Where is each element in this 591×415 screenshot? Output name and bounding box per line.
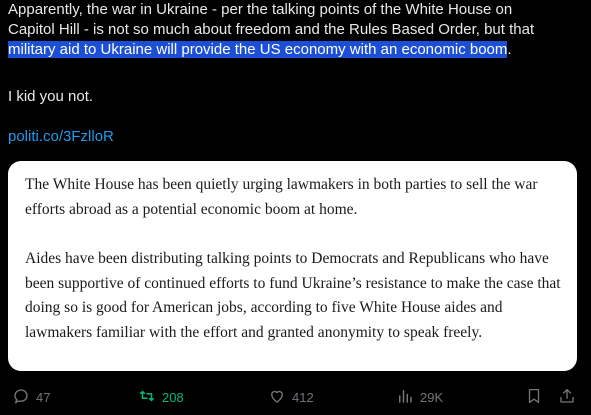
tweet-line-3: military aid to Ukraine will provide the… [8,40,583,60]
reply-icon [12,387,30,408]
share-button[interactable] [558,384,576,410]
like-button[interactable]: 412 [268,384,314,410]
tweet-actions: 47 208 412 29K [0,384,591,410]
bar-chart-icon [396,387,414,408]
views-count: 29K [420,389,444,405]
tweet-text: Apparently, the war in Ukraine - per the… [8,0,583,60]
bookmark-icon [525,387,543,408]
views-button[interactable]: 29K [396,384,443,410]
retweet-count: 208 [162,389,184,405]
tweet-line-1: Apparently, the war in Ukraine - per the… [8,1,513,18]
bookmark-button[interactable] [525,384,543,410]
like-count: 412 [292,389,314,405]
selected-text[interactable]: military aid to Ukraine will provide the… [8,41,508,58]
card-paragraph-2: Aides have been distributing talking poi… [25,250,561,341]
selected-text-suffix: . [507,41,512,58]
reply-count: 47 [36,389,51,405]
tweet-line-2: Capitol Hill - is not so much about free… [8,21,535,38]
share-icon [558,387,576,408]
tweet-link[interactable]: politi.co/3FzlloR [8,127,114,147]
card-paragraph-1: The White House has been quietly urging … [25,176,538,218]
retweet-icon [138,387,156,408]
retweet-button[interactable]: 208 [138,384,184,410]
heart-icon [268,387,286,408]
tweet-text-kid: I kid you not. [8,88,94,105]
reply-button[interactable]: 47 [12,384,50,410]
quote-image-card[interactable]: The White House has been quietly urging … [8,161,577,371]
